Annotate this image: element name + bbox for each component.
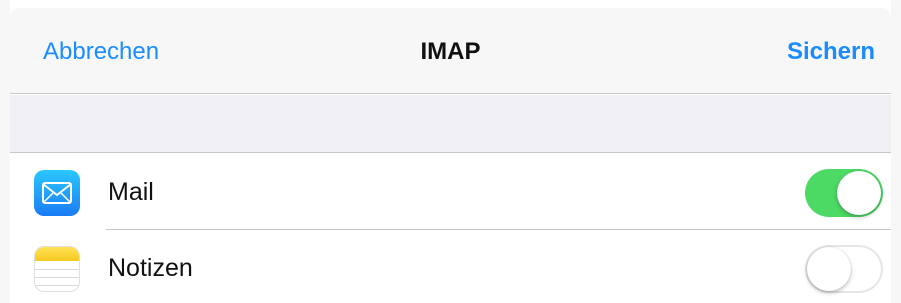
mail-icon [34, 170, 80, 216]
setting-label-mail: Mail [108, 178, 154, 206]
background-edge-left [0, 0, 10, 303]
toggle-knob [837, 171, 881, 215]
notes-toggle[interactable] [805, 245, 883, 293]
section-spacer [10, 95, 891, 153]
notes-icon [34, 246, 80, 292]
page-title: IMAP [420, 38, 481, 65]
navigation-bar: Abbrechen IMAP Sichern [10, 8, 891, 94]
mail-toggle[interactable] [805, 169, 883, 217]
setting-label-notes: Notizen [108, 254, 193, 282]
account-sheet: Abbrechen IMAP Sichern Mail Notizen [10, 8, 891, 303]
toggle-knob [807, 247, 851, 291]
setting-row-notes[interactable]: Notizen [10, 230, 891, 303]
background-edge-right [891, 0, 901, 303]
setting-row-mail[interactable]: Mail [10, 154, 891, 230]
window: Abbrechen IMAP Sichern Mail Notizen [0, 0, 901, 303]
save-button[interactable]: Sichern [787, 38, 875, 66]
